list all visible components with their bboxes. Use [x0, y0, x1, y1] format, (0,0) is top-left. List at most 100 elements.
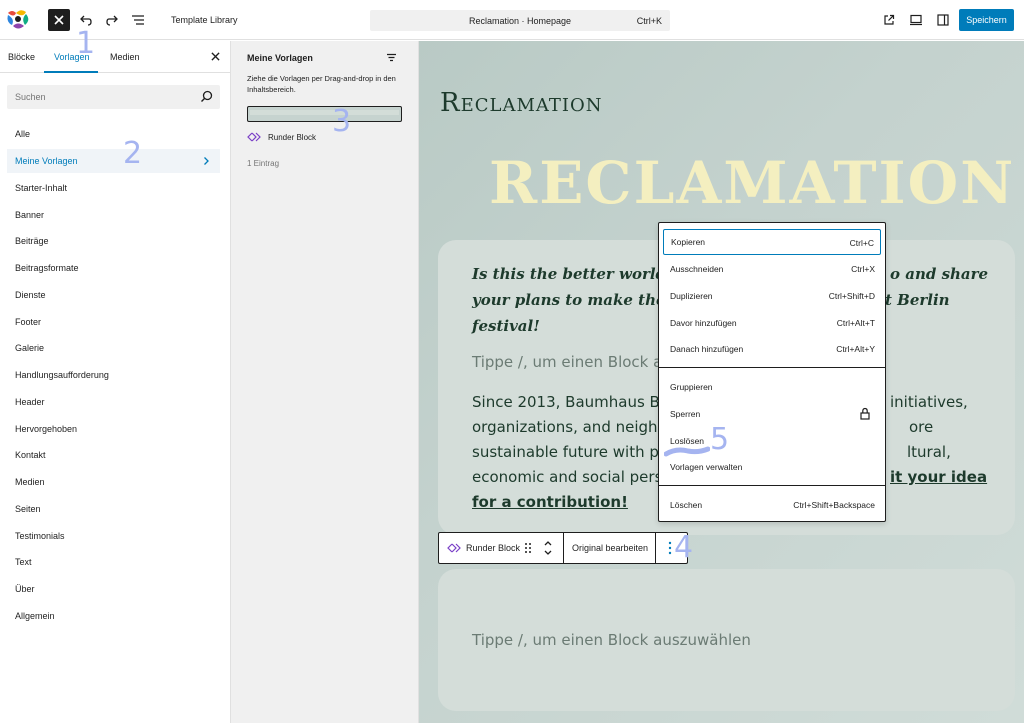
body-line-3: sustainable future with pe — [472, 443, 669, 461]
more-options-icon[interactable] — [668, 541, 672, 555]
menu-item-duplicate[interactable]: Duplizieren Ctrl+Shift+D — [663, 283, 881, 309]
command-shortcut: Ctrl+K — [636, 16, 662, 26]
toolbar-separator — [563, 533, 564, 563]
document-overview-button[interactable] — [127, 9, 149, 31]
category-pages[interactable]: Seiten — [7, 497, 220, 521]
pattern-preview-thumbnail — [250, 110, 399, 115]
category-contact[interactable]: Kontakt — [7, 443, 220, 467]
inserter-tabs: Blöcke Vorlagen Medien — [0, 41, 231, 73]
menu-item-label: Danach hinzufügen — [670, 344, 744, 354]
menu-item-delete[interactable]: Löschen Ctrl+Shift+Backspace — [663, 492, 881, 518]
search-input[interactable]: Suchen — [15, 92, 46, 102]
menu-item-label: Kopieren — [671, 237, 706, 247]
undo-icon — [80, 15, 92, 26]
hero-title[interactable]: RECLAMATION — [489, 149, 1015, 217]
body-right-4: it your idea — [890, 468, 988, 486]
command-palette-button[interactable]: Reclamation · Homepage Ctrl+K — [370, 10, 670, 31]
category-posts[interactable]: Beiträge — [7, 229, 220, 253]
menu-item-group[interactable]: Gruppieren — [663, 374, 881, 400]
category-banner[interactable]: Banner — [7, 203, 220, 227]
device-preview-button[interactable] — [905, 9, 927, 31]
block-placeholder[interactable]: Tippe /, um einen Block au — [472, 353, 672, 371]
category-post-formats[interactable]: Beitragsformate — [7, 256, 220, 280]
view-site-button[interactable] — [878, 9, 900, 31]
menu-item-insert-after[interactable]: Danach hinzufügen Ctrl+Alt+Y — [663, 336, 881, 362]
menu-item-lock[interactable]: Sperren — [663, 401, 881, 427]
headline-right-1: o and share — [890, 265, 989, 283]
body-right-2: ore — [909, 418, 934, 436]
body-right-1: initiatives, — [890, 393, 968, 411]
close-editor-button[interactable] — [48, 9, 70, 31]
category-call-to-action[interactable]: Handlungsaufforderung — [7, 363, 220, 387]
edit-original-button[interactable]: Original bearbeiten — [572, 533, 648, 563]
menu-item-label: Gruppieren — [670, 382, 713, 392]
menu-item-shortcut: Ctrl+X — [851, 264, 875, 274]
patterns-description: Ziehe die Vorlagen per Drag-and-drop in … — [247, 74, 396, 94]
category-all[interactable]: Alle — [7, 122, 220, 146]
patterns-panel-title: Meine Vorlagen — [247, 53, 313, 63]
category-about[interactable]: Über — [7, 577, 220, 601]
patterns-panel: Meine Vorlagen Ziehe die Vorlagen per Dr… — [231, 41, 419, 723]
lock-icon — [860, 407, 870, 420]
sidebar-toggle-icon — [937, 14, 949, 26]
contribution-link[interactable]: for a contribution! — [472, 493, 628, 511]
category-header[interactable]: Header — [7, 390, 220, 414]
template-library-title: Template Library — [171, 15, 238, 25]
category-media[interactable]: Medien — [7, 470, 220, 494]
document-title: Reclamation · Homepage — [468, 16, 572, 26]
annotation-2: 2 — [123, 136, 143, 171]
close-icon — [210, 51, 220, 61]
headline-right-2: t Berlin — [885, 291, 950, 309]
category-testimonials[interactable]: Testimonials — [7, 524, 220, 548]
filter-icon[interactable] — [385, 51, 398, 64]
chevron-right-icon — [204, 157, 209, 165]
category-my-patterns[interactable]: Meine Vorlagen — [7, 149, 220, 173]
external-link-icon — [884, 14, 895, 25]
settings-sidebar-button[interactable] — [932, 9, 954, 31]
pattern-item-label: Runder Block — [268, 132, 317, 142]
menu-item-shortcut: Ctrl+Alt+T — [836, 318, 875, 328]
drag-handle-icon[interactable] — [524, 542, 532, 554]
site-logo-icon[interactable] — [4, 7, 32, 33]
close-icon — [54, 15, 64, 25]
redo-button[interactable] — [101, 9, 123, 31]
tab-blocks[interactable]: Blöcke — [8, 52, 35, 62]
block-type-label: Runder Block — [466, 543, 521, 553]
menu-item-shortcut: Ctrl+Shift+D — [828, 291, 875, 301]
category-label: Meine Vorlagen — [15, 156, 78, 166]
save-button[interactable]: Speichern — [959, 9, 1014, 31]
annotation-5: 5 — [710, 422, 730, 457]
inserter-sidebar: Blöcke Vorlagen Medien Suchen Alle Meine… — [0, 41, 231, 723]
category-text[interactable]: Text — [7, 550, 220, 574]
annotation-3: 3 — [332, 104, 352, 139]
body-paragraph[interactable]: Since 2013, Baumhaus Be organizations, a… — [472, 390, 672, 490]
block-type-button[interactable]: Runder Block — [447, 533, 520, 563]
body-line-2: organizations, and neighb — [472, 418, 668, 436]
category-services[interactable]: Dienste — [7, 283, 220, 307]
pattern-preview[interactable] — [247, 106, 402, 122]
menu-item-cut[interactable]: Ausschneiden Ctrl+X — [663, 256, 881, 282]
annotation-1: 1 — [76, 26, 96, 61]
menu-item-shortcut: Ctrl+Alt+Y — [836, 344, 875, 354]
toolbar-separator — [655, 533, 656, 563]
category-starter-content[interactable]: Starter-Inhalt — [7, 176, 220, 200]
menu-item-insert-before[interactable]: Davor hinzufügen Ctrl+Alt+T — [663, 310, 881, 336]
menu-item-label: Duplizieren — [670, 291, 713, 301]
category-featured[interactable]: Hervorgehoben — [7, 417, 220, 441]
editor-top-bar: Template Library Reclamation · Homepage … — [0, 0, 1024, 40]
block-placeholder-2[interactable]: Tippe /, um einen Block auszuwählen — [472, 631, 751, 649]
body-paragraph-right: initiatives, ore ltural, it your idea — [890, 390, 987, 490]
menu-item-label: Löschen — [670, 500, 703, 510]
pattern-search-field[interactable]: Suchen — [7, 85, 220, 109]
edit-original-label: Original bearbeiten — [572, 543, 649, 553]
close-inserter-button[interactable] — [208, 49, 222, 63]
pattern-item[interactable]: Runder Block — [247, 130, 316, 144]
menu-item-copy[interactable]: Kopieren Ctrl+C — [663, 229, 881, 255]
category-gallery[interactable]: Galerie — [7, 336, 220, 360]
category-footer[interactable]: Footer — [7, 310, 220, 334]
site-title[interactable]: Reclamation — [440, 88, 603, 118]
tab-media[interactable]: Medien — [110, 52, 140, 62]
search-icon — [201, 90, 213, 102]
category-general[interactable]: Allgemein — [7, 604, 220, 628]
move-up-down-icon[interactable] — [543, 538, 553, 558]
